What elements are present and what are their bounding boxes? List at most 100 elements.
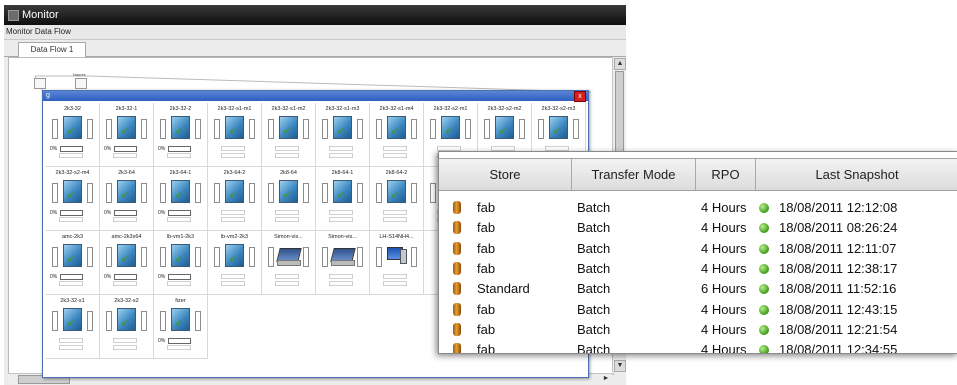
- server-icon[interactable]: ✔: [115, 243, 137, 267]
- node-cell[interactable]: 2k3-32-s1-m4 ✔: [370, 103, 424, 167]
- server-icon[interactable]: ✔: [115, 307, 137, 331]
- node-cell[interactable]: lb-vm2-2k3 ✔: [208, 231, 262, 295]
- capacity-bar: [160, 311, 166, 331]
- node-cell[interactable]: 2k3-32-s2-m4 ✔ 0%: [46, 167, 100, 231]
- node-cell[interactable]: fizer ✔ 0%: [154, 295, 208, 359]
- status-slot: [275, 153, 299, 158]
- status-slot: [383, 153, 407, 158]
- scroll-right-icon[interactable]: ►: [601, 374, 611, 383]
- server-icon[interactable]: ✔: [61, 307, 83, 331]
- table-row[interactable]: fab Batch 4 Hours 18/08/2011 12:34:55: [439, 340, 957, 354]
- vertical-scroll-thumb[interactable]: [615, 71, 624, 163]
- status-slot: [275, 210, 299, 215]
- cell-rpo: 6 Hours: [701, 281, 747, 297]
- server-icon[interactable]: ✔: [223, 115, 245, 139]
- server-icon[interactable]: ✔: [169, 179, 191, 203]
- cell-rpo: 4 Hours: [701, 220, 747, 236]
- node-name: 2k3-64: [118, 170, 135, 176]
- capacity-bar: [87, 311, 93, 331]
- desktop-icon[interactable]: [385, 243, 407, 267]
- node-cell[interactable]: 2k3-32 ✔ 0%: [46, 103, 100, 167]
- close-icon[interactable]: x: [574, 91, 586, 102]
- node-cell[interactable]: 2k3-32-s1 ✔: [46, 295, 100, 359]
- table-row[interactable]: fab Batch 4 Hours 18/08/2011 12:11:07: [439, 239, 957, 259]
- node-cell[interactable]: 2k3-64-1 ✔ 0%: [154, 167, 208, 231]
- server-icon[interactable]: ✔: [493, 115, 515, 139]
- node-cell[interactable]: 2k8-64 ✔: [262, 167, 316, 231]
- minimap-node-icon[interactable]: [34, 78, 46, 89]
- menu-monitor-data-flow[interactable]: Monitor Data Flow: [6, 27, 71, 36]
- node-cell[interactable]: Simon-vis...: [316, 231, 370, 295]
- node-cell[interactable]: Simon-vis...: [262, 231, 316, 295]
- node-cell[interactable]: amc-2k3 ✔ 0%: [46, 231, 100, 295]
- node-name: 2k3-32-1: [115, 106, 138, 112]
- node-cell[interactable]: 2k3-32-s1-m1 ✔: [208, 103, 262, 167]
- column-header-rpo[interactable]: RPO: [696, 159, 756, 190]
- cell-rpo: 4 Hours: [701, 342, 747, 354]
- node-cell[interactable]: 2k3-64 ✔ 0%: [100, 167, 154, 231]
- column-header-transfer-mode[interactable]: Transfer Mode: [572, 159, 696, 190]
- node-cell[interactable]: amc-2k3x64 ✔ 0%: [100, 231, 154, 295]
- server-icon[interactable]: ✔: [61, 243, 83, 267]
- table-row[interactable]: fab Batch 4 Hours 18/08/2011 12:38:17: [439, 259, 957, 279]
- server-icon[interactable]: ✔: [385, 179, 407, 203]
- node-cell[interactable]: 2k3-32-s1-m2 ✔: [262, 103, 316, 167]
- cell-store: fab: [477, 301, 496, 317]
- capacity-bar: [141, 247, 147, 267]
- laptop-icon[interactable]: [330, 243, 356, 267]
- node-cell[interactable]: 2k3-32-s2 ✔: [100, 295, 154, 359]
- cell-rpo: 4 Hours: [701, 240, 747, 256]
- laptop-icon[interactable]: [276, 243, 302, 267]
- capacity-bar: [268, 247, 274, 267]
- table-row[interactable]: fab Batch 4 Hours 18/08/2011 08:26:24: [439, 218, 957, 238]
- progress-percent: 0%: [104, 274, 112, 280]
- capacity-bar: [87, 119, 93, 139]
- table-row[interactable]: fab Batch 4 Hours 18/08/2011 12:21:54: [439, 320, 957, 340]
- server-icon[interactable]: ✔: [439, 115, 461, 139]
- progress-bar: [60, 210, 83, 216]
- scroll-up-icon[interactable]: ▲: [614, 58, 626, 70]
- server-icon[interactable]: ✔: [385, 115, 407, 139]
- server-icon[interactable]: ✔: [169, 307, 191, 331]
- capacity-bar: [106, 247, 112, 267]
- node-cell[interactable]: 2k8-64-2 ✔: [370, 167, 424, 231]
- node-name: 2k3-32-s1-m4: [379, 106, 414, 112]
- server-icon[interactable]: ✔: [61, 115, 83, 139]
- table-row[interactable]: fab Batch 4 Hours 18/08/2011 12:43:15: [439, 300, 957, 320]
- node-cell[interactable]: LH-S14NH4...: [370, 231, 424, 295]
- server-icon[interactable]: ✔: [223, 243, 245, 267]
- status-slot: [329, 274, 353, 279]
- minimap-node-icon[interactable]: [75, 78, 87, 89]
- cell-last-snapshot: 18/08/2011 12:43:15: [779, 301, 898, 317]
- server-icon[interactable]: ✔: [115, 115, 137, 139]
- tab-data-flow-1[interactable]: Data Flow 1: [18, 42, 86, 57]
- table-row[interactable]: Standard Batch 6 Hours 18/08/2011 11:52:16: [439, 279, 957, 299]
- server-icon[interactable]: ✔: [61, 179, 83, 203]
- status-slot: [383, 217, 407, 222]
- server-icon[interactable]: ✔: [223, 179, 245, 203]
- node-name: amc-2k3x64: [111, 234, 142, 240]
- server-icon[interactable]: ✔: [331, 179, 353, 203]
- server-icon[interactable]: ✔: [115, 179, 137, 203]
- server-icon[interactable]: ✔: [169, 243, 191, 267]
- status-slot: [59, 153, 83, 158]
- column-header-last-snapshot[interactable]: Last Snapshot: [756, 159, 957, 190]
- server-icon[interactable]: ✔: [169, 115, 191, 139]
- capacity-bar: [141, 119, 147, 139]
- node-cell[interactable]: 2k3-64-2 ✔: [208, 167, 262, 231]
- progress-percent: 0%: [158, 210, 166, 216]
- server-icon[interactable]: ✔: [547, 115, 569, 139]
- server-icon[interactable]: ✔: [331, 115, 353, 139]
- scroll-down-icon[interactable]: ▼: [614, 360, 626, 372]
- node-cell[interactable]: 2k3-32-1 ✔ 0%: [100, 103, 154, 167]
- table-row[interactable]: fab Batch 4 Hours 18/08/2011 12:12:08: [439, 198, 957, 218]
- node-cell[interactable]: 2k8-64-1 ✔: [316, 167, 370, 231]
- node-cell[interactable]: lb-vm1-2k3 ✔ 0%: [154, 231, 208, 295]
- node-cell[interactable]: 2k3-32-2 ✔ 0%: [154, 103, 208, 167]
- server-icon[interactable]: ✔: [277, 115, 299, 139]
- tab-strip: Data Flow 1: [4, 40, 626, 57]
- node-name: lb-vm1-2k3: [166, 234, 195, 240]
- server-icon[interactable]: ✔: [277, 179, 299, 203]
- node-cell[interactable]: 2k3-32-s1-m3 ✔: [316, 103, 370, 167]
- column-header-store[interactable]: Store: [439, 159, 572, 190]
